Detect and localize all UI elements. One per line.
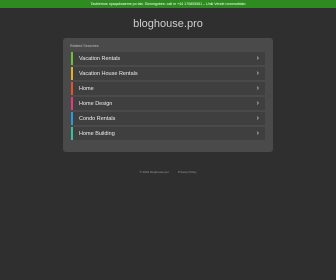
link-label: Home Design (79, 100, 113, 107)
link-label: Condo Rentals (79, 115, 116, 122)
related-link-condo-rentals[interactable]: Condo Rentals › (71, 112, 265, 125)
related-link-home-design[interactable]: Home Design › (71, 97, 265, 110)
related-link-vacation-rentals[interactable]: Vacation Rentals › (71, 52, 265, 65)
related-link-vacation-house-rentals[interactable]: Vacation House Rentals › (71, 67, 265, 80)
link-label: Vacation House Rentals (79, 70, 138, 77)
link-label: Vacation Rentals (79, 55, 121, 62)
domain-title: bloghouse.pro (133, 18, 203, 30)
related-links-panel: Related Searches Vacation Rentals › Vaca… (63, 38, 273, 152)
chevron-right-icon: › (256, 100, 259, 107)
related-link-home-building[interactable]: Home Building › (71, 127, 265, 140)
footer: © 2024 bloghouse.pro Privacy Policy (0, 170, 336, 174)
chevron-right-icon: › (256, 115, 259, 122)
top-banner: Tavbiemos npaqaboaeme po tab. Slonmgobes… (0, 0, 336, 8)
link-label: Home Building (79, 130, 115, 137)
copyright-text: © 2024 bloghouse.pro (139, 170, 170, 174)
chevron-right-icon: › (256, 55, 259, 62)
link-label: Home (79, 85, 94, 92)
chevron-right-icon: › (256, 70, 259, 77)
chevron-right-icon: › (256, 130, 259, 137)
related-link-home[interactable]: Home › (71, 82, 265, 95)
panel-heading: Related Searches (70, 44, 99, 48)
privacy-policy-link[interactable]: Privacy Policy (178, 170, 197, 174)
chevron-right-icon: › (256, 85, 259, 92)
related-links-list: Vacation Rentals › Vacation House Rental… (71, 52, 265, 142)
